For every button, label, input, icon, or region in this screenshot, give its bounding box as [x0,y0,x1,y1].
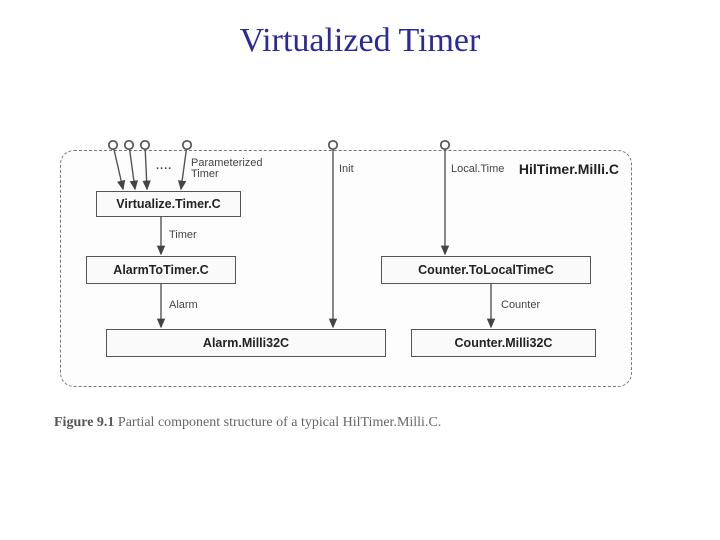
figure-caption: Figure 9.1 Partial component structure o… [54,415,670,431]
slide: Virtualized Timer HilTimer.Milli.C Virtu… [0,0,720,540]
page-title: Virtualized Timer [0,22,720,60]
diagram-arrows [61,151,631,386]
figure-caption-text: Partial component structure of a typical… [118,415,441,430]
figure-number: Figure 9.1 [54,415,114,430]
figure-area: HilTimer.Milli.C Virtualize.Timer.C Alar… [50,150,670,431]
diagram-container: HilTimer.Milli.C Virtualize.Timer.C Alar… [60,150,632,387]
